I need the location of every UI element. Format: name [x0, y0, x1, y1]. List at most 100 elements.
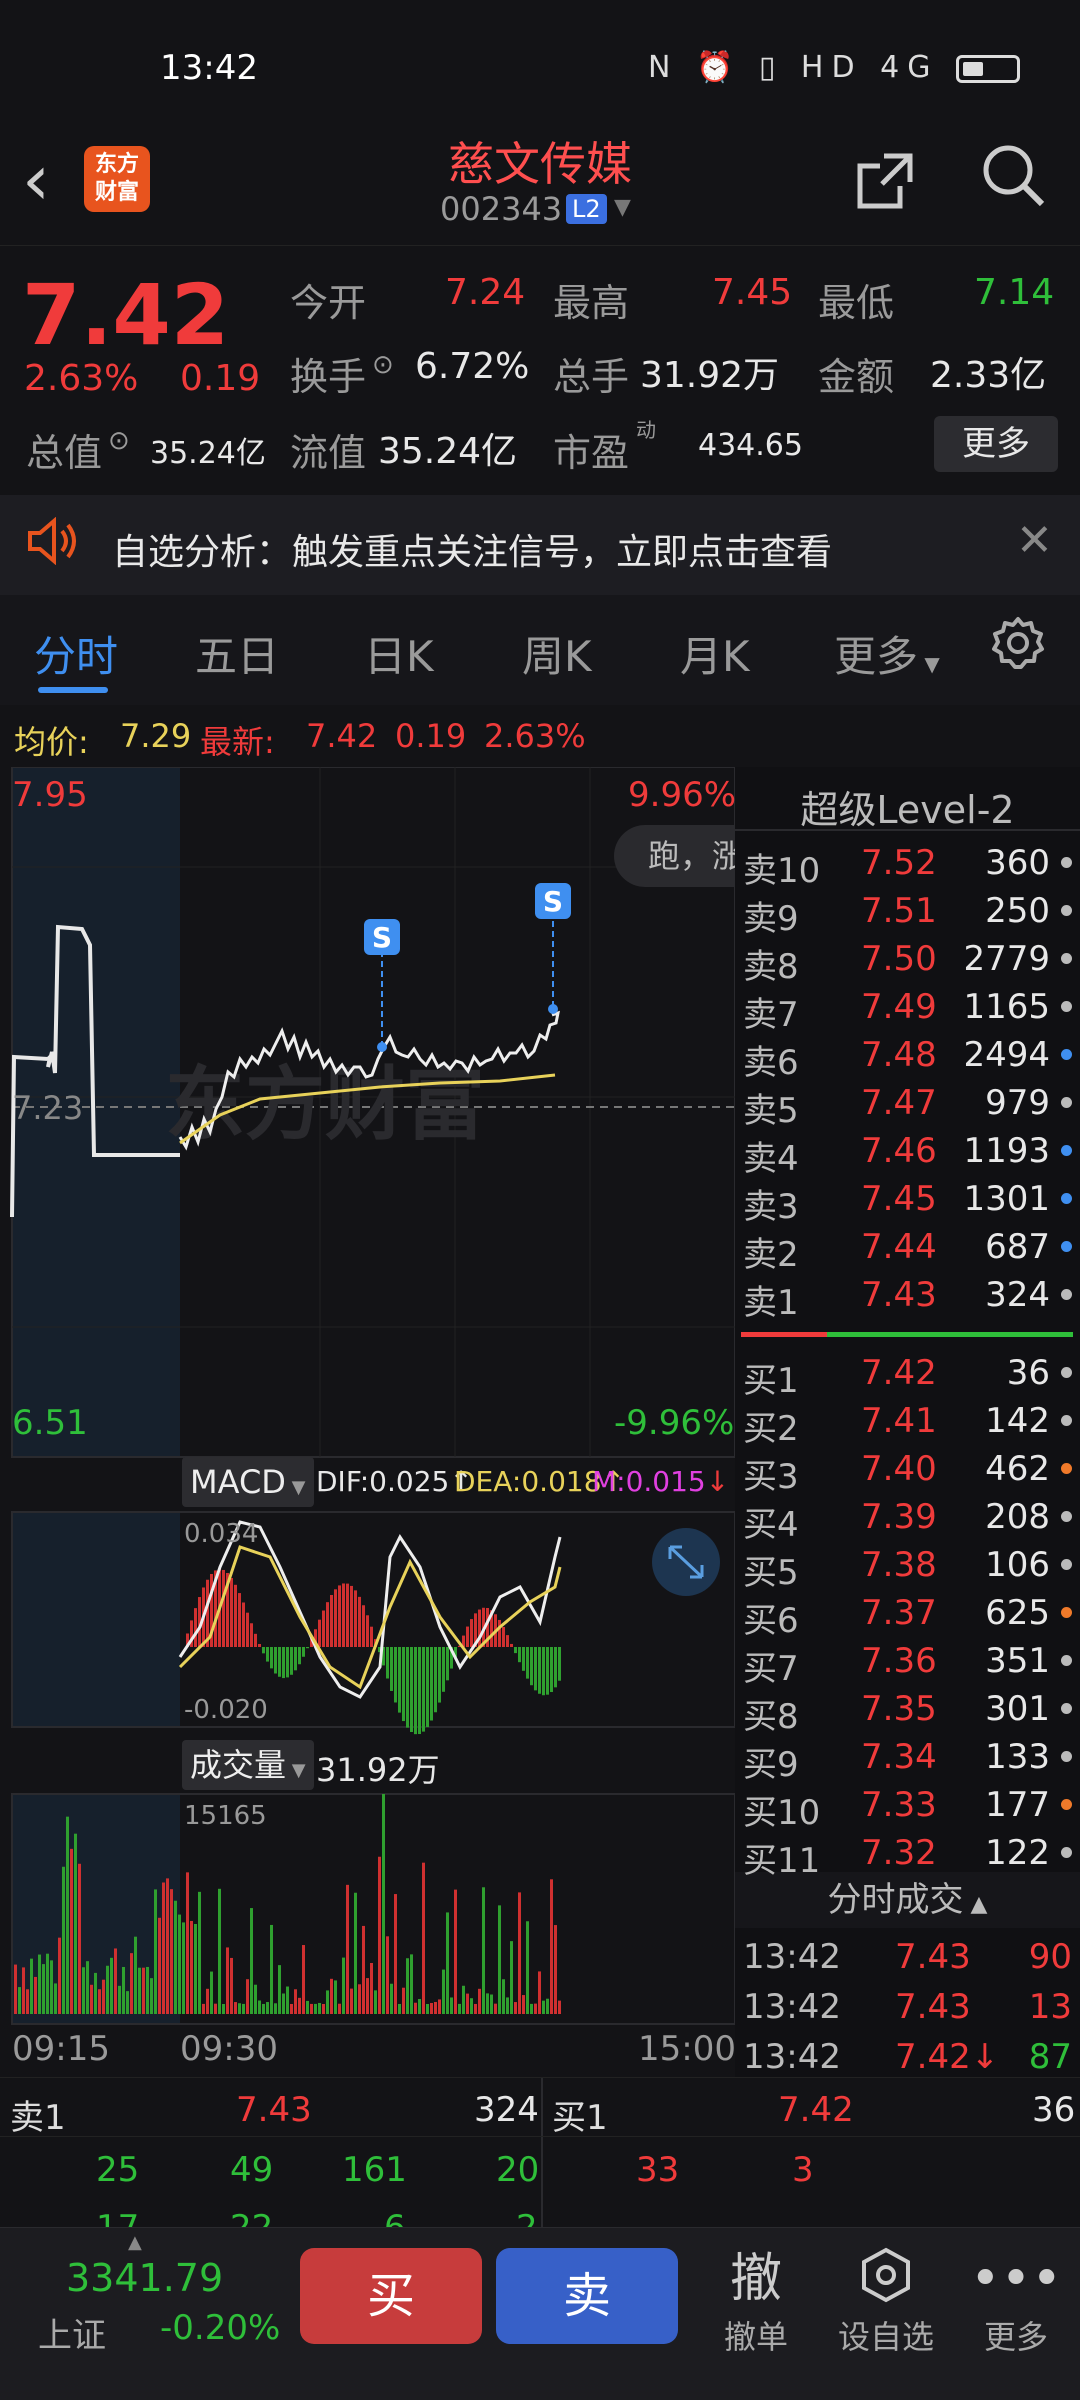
macd-bar: [502, 1626, 505, 1647]
share-icon[interactable]: [854, 150, 916, 226]
ask-row[interactable]: 卖4 7.46 1193: [735, 1131, 1080, 1179]
index-value[interactable]: 3341.79: [66, 2256, 223, 2300]
macd-selector[interactable]: MACD ▼: [182, 1457, 314, 1507]
buy-button[interactable]: 买: [300, 2248, 482, 2344]
macd-bar: [434, 1647, 437, 1713]
more-quote-button[interactable]: 更多: [934, 416, 1058, 472]
bid-row[interactable]: 买3 7.40 462: [735, 1449, 1080, 1497]
volume-bar: [534, 2003, 537, 2014]
bid-row[interactable]: 买10 7.33 177: [735, 1785, 1080, 1833]
info-icon[interactable]: ⊙: [108, 426, 130, 456]
volume-top-label: 15165: [184, 1801, 267, 1831]
bid-row[interactable]: 买6 7.37 625: [735, 1593, 1080, 1641]
volume-bar: [250, 1908, 253, 2014]
level-label: 买9: [743, 1745, 799, 1785]
ask-row[interactable]: 卖7 7.49 1165: [735, 987, 1080, 1035]
close-icon[interactable]: ✕: [1016, 515, 1053, 566]
level2-badge[interactable]: L2: [566, 194, 607, 224]
latest-pct: 2.63%: [484, 717, 586, 755]
volume-bar: [410, 1954, 413, 2014]
bid-row[interactable]: 买9 7.34 133: [735, 1737, 1080, 1785]
intraday-chart-area[interactable]: 东方财富 S S 7.95 7.23 6.51 9.96% -9.96% 跑，涨: [0, 766, 736, 2077]
tooltip-bubble[interactable]: 跑，涨: [614, 825, 735, 887]
macd-bar: [522, 1647, 525, 1671]
info-icon[interactable]: ⊙: [372, 350, 394, 380]
volume-bar: [254, 1984, 257, 2014]
index-name[interactable]: 上证: [38, 2308, 106, 2357]
bid-row[interactable]: 买5 7.38 106: [735, 1545, 1080, 1593]
bid-row[interactable]: 买11 7.32 122: [735, 1833, 1080, 1881]
level-indicator-dot: [1061, 1415, 1072, 1426]
ask-row[interactable]: 卖8 7.50 2779: [735, 939, 1080, 987]
caret-down-icon: ▼: [285, 1477, 306, 1498]
ask-row[interactable]: 卖1 7.43 324: [735, 1275, 1080, 1323]
bid-row[interactable]: 买7 7.36 351: [735, 1641, 1080, 1689]
volume-bar: [194, 1924, 197, 2014]
macd-bar: [510, 1643, 513, 1647]
more-button[interactable]: ••• 更多: [956, 2246, 1076, 2358]
volume-bar: [390, 1983, 393, 2014]
bid-row[interactable]: 买8 7.35 301: [735, 1689, 1080, 1737]
volume-bar: [178, 1914, 181, 2014]
trade-price: 7.42↓: [895, 2037, 1000, 2077]
macd-bar: [234, 1584, 237, 1647]
bid-row[interactable]: 买4 7.39 208: [735, 1497, 1080, 1545]
bid-row[interactable]: 买1 7.42 36: [735, 1353, 1080, 1401]
volume-selector[interactable]: 成交量 ▼: [182, 1740, 314, 1790]
orderbook-title[interactable]: 超级Level-2: [735, 779, 1080, 834]
volume-bar: [198, 1891, 201, 2014]
stock-code[interactable]: 002343: [440, 190, 562, 228]
chevron-down-icon[interactable]: ▼: [614, 195, 631, 220]
gear-icon[interactable]: [990, 615, 1046, 685]
cancel-order-button[interactable]: 撤 撤单: [696, 2246, 816, 2358]
ask-row[interactable]: 卖3 7.45 1301: [735, 1179, 1080, 1227]
tab-weekly-k[interactable]: 周K: [522, 623, 592, 684]
volume-bar: [350, 1988, 353, 2014]
macd-bar: [362, 1605, 365, 1647]
volume-bar: [290, 2003, 293, 2014]
ask-row[interactable]: 卖5 7.47 979: [735, 1083, 1080, 1131]
macd-bar: [254, 1633, 257, 1647]
level-indicator-dot: [1061, 1241, 1072, 1252]
macd-bar: [398, 1647, 401, 1713]
low-label: 最低: [818, 281, 895, 325]
tab-five-day[interactable]: 五日: [195, 623, 279, 684]
volume-bar: [530, 2003, 533, 2014]
tab-daily-k[interactable]: 日K: [364, 623, 434, 684]
volume-bar: [474, 2003, 477, 2014]
volume-bar: [154, 1889, 157, 2014]
volume-bar: [14, 1964, 17, 2014]
status-time: 13:42: [160, 48, 258, 88]
trades-title-label: 分时成交: [827, 1880, 964, 1920]
volume-bar: [518, 1892, 521, 2014]
ask-row[interactable]: 卖2 7.44 687: [735, 1227, 1080, 1275]
volume-bar: [298, 1997, 301, 2014]
search-icon[interactable]: [978, 140, 1048, 225]
volume-bar: [130, 1953, 133, 2014]
bid-row[interactable]: 买2 7.41 142: [735, 1401, 1080, 1449]
volume-bar: [22, 1967, 25, 2014]
macd-bar: [282, 1647, 285, 1679]
volume-bar: [442, 1969, 445, 2014]
ask-row[interactable]: 卖9 7.51 250: [735, 891, 1080, 939]
tab-intraday[interactable]: 分时: [34, 623, 118, 684]
analysis-banner[interactable]: 自选分析：触发重点关注信号，立即点击查看 ✕: [0, 495, 1080, 595]
order-book[interactable]: 超级Level-2 分时成交 ▲ 卖10 7.52 360 卖9 7.51 250 卖8 7.…: [735, 767, 1080, 2077]
tab-more[interactable]: 更多 ▼: [834, 623, 940, 684]
ask-row[interactable]: 卖6 7.48 2494: [735, 1035, 1080, 1083]
level-volume: 1165: [963, 987, 1050, 1027]
tab-monthly-k[interactable]: 月K: [680, 623, 750, 684]
index-change[interactable]: -0.20%: [160, 2308, 280, 2348]
level-volume: 462: [985, 1449, 1050, 1489]
add-watchlist-button[interactable]: 设自选: [826, 2246, 946, 2358]
level-price: 7.49: [861, 987, 937, 1027]
strip-bid1-price: 7.42: [778, 2090, 854, 2130]
volume-bar: [202, 2003, 205, 2014]
sell-button[interactable]: 卖: [496, 2248, 678, 2344]
volume-bar: [42, 1964, 45, 2014]
volume-bar: [186, 1872, 189, 2014]
volume-bar: [246, 1979, 249, 2014]
ask-row[interactable]: 卖10 7.52 360: [735, 843, 1080, 891]
volume-selector-label: 成交量: [190, 1746, 287, 1784]
level-price: 7.44: [861, 1227, 937, 1267]
